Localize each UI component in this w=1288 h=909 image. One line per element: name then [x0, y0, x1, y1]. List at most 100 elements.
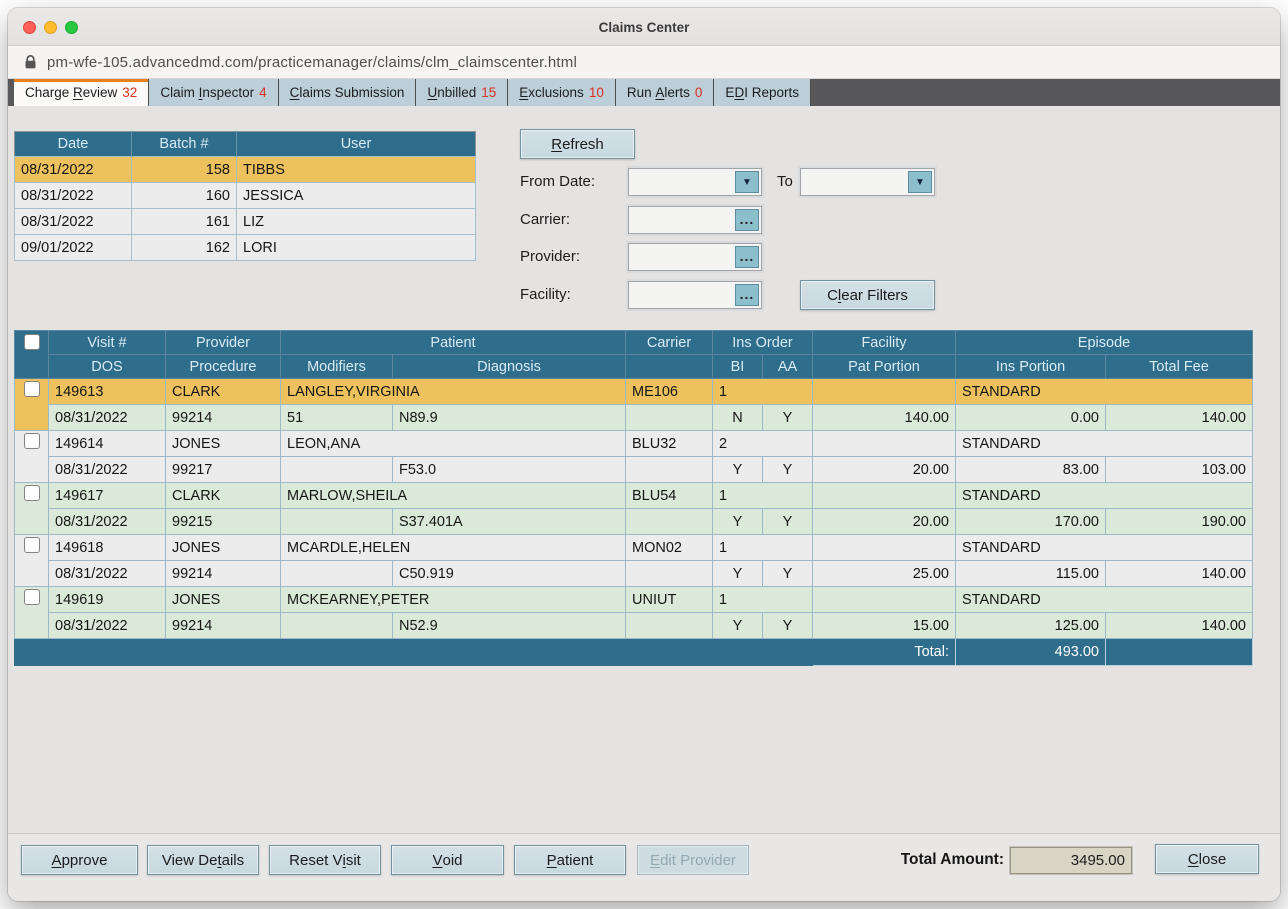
to-label: To — [777, 173, 793, 190]
url-text: pm-wfe-105.advancedmd.com/practicemanage… — [47, 54, 577, 71]
claim-row-detail[interactable]: 08/31/2022 99215 S37.401A Y Y 20.00 170.… — [15, 509, 1253, 535]
tab-count-badge: 10 — [589, 85, 604, 100]
col-ins-order: Ins Order — [713, 331, 813, 355]
claim-row-detail[interactable]: 08/31/2022 99217 F53.0 Y Y 20.00 83.00 1… — [15, 457, 1253, 483]
col-carrier-blank — [626, 355, 713, 379]
claim-row-top[interactable]: 149618 JONES MCARDLE,HELEN MON02 1 STAND… — [15, 535, 1253, 561]
provider-input[interactable]: ... — [628, 243, 762, 271]
tab-count-badge: 32 — [122, 85, 137, 100]
window-title: Claims Center — [8, 8, 1280, 46]
col-diagnosis: Diagnosis — [393, 355, 626, 379]
row-checkbox[interactable] — [24, 537, 40, 553]
claim-row-top[interactable]: 149617 CLARK MARLOW,SHEILA BLU54 1 STAND… — [15, 483, 1253, 509]
total-value: 493.00 — [956, 639, 1106, 666]
tab-count-badge: 0 — [695, 85, 703, 100]
row-checkbox[interactable] — [24, 381, 40, 397]
batch-row[interactable]: 08/31/2022 161 LIZ — [15, 209, 476, 235]
row-checkbox[interactable] — [24, 485, 40, 501]
claim-row-detail[interactable]: 08/31/2022 99214 N52.9 Y Y 15.00 125.00 … — [15, 613, 1253, 639]
row-checkbox-cell — [15, 587, 49, 639]
address-bar[interactable]: pm-wfe-105.advancedmd.com/practicemanage… — [8, 46, 1280, 79]
tab-edi-reports[interactable]: EDI Reports — [714, 79, 811, 106]
row-checkbox-cell — [15, 483, 49, 535]
total-fee-blank — [1106, 639, 1253, 666]
row-checkbox[interactable] — [24, 433, 40, 449]
col-total-fee: Total Fee — [1106, 355, 1253, 379]
batch-table: Date Batch # User 08/31/2022 158 TIBBS 0… — [14, 131, 476, 261]
void-button[interactable]: Void — [391, 845, 504, 875]
carrier-sub-blank — [626, 405, 713, 431]
tab-unbilled[interactable]: Unbilled15 — [416, 79, 508, 106]
carrier-sub-blank — [626, 561, 713, 587]
batch-row[interactable]: 09/01/2022 162 LORI — [15, 235, 476, 261]
batch-row[interactable]: 08/31/2022 160 JESSICA — [15, 183, 476, 209]
batch-header-user: User — [237, 132, 476, 157]
facility-lookup-ellipsis-icon[interactable]: ... — [735, 284, 759, 306]
refresh-button[interactable]: Refresh — [520, 129, 635, 159]
from-date-input[interactable]: ▼ — [628, 168, 762, 196]
edit-provider-button: Edit Provider — [637, 845, 749, 875]
row-checkbox[interactable] — [24, 589, 40, 605]
tab-count-badge: 4 — [259, 85, 267, 100]
claims-center-window: Claims Center pm-wfe-105.advancedmd.com/… — [8, 8, 1280, 901]
tab-claims-submission[interactable]: Claims Submission — [279, 79, 417, 106]
to-date-input[interactable]: ▼ — [800, 168, 935, 196]
col-episode: Episode — [956, 331, 1253, 355]
carrier-sub-blank — [626, 509, 713, 535]
col-ins-portion: Ins Portion — [956, 355, 1106, 379]
view-details-button[interactable]: View Details — [147, 845, 259, 875]
col-modifiers: Modifiers — [281, 355, 393, 379]
claim-row-top[interactable]: 149613 CLARK LANGLEY,VIRGINIA ME106 1 ST… — [15, 379, 1253, 405]
claims-total-row: Total: 493.00 — [15, 639, 1253, 666]
patient-button[interactable]: Patient — [514, 845, 626, 875]
carrier-sub-blank — [626, 457, 713, 483]
col-bi: BI — [713, 355, 763, 379]
claim-row-top[interactable]: 149614 JONES LEON,ANA BLU32 2 STANDARD — [15, 431, 1253, 457]
tab-claim-inspector[interactable]: Claim Inspector4 — [149, 79, 278, 106]
col-facility: Facility — [813, 331, 956, 355]
carrier-input[interactable]: ... — [628, 206, 762, 234]
col-procedure: Procedure — [166, 355, 281, 379]
from-date-dropdown-arrow-icon[interactable]: ▼ — [735, 171, 759, 193]
batch-row[interactable]: 08/31/2022 158 TIBBS — [15, 157, 476, 183]
batch-table-header: Date Batch # User — [15, 132, 476, 157]
facility-input[interactable]: ... — [628, 281, 762, 309]
carrier-label: Carrier: — [520, 211, 570, 228]
select-all-cell — [15, 331, 49, 379]
tab-exclusions[interactable]: Exclusions10 — [508, 79, 616, 106]
select-all-checkbox[interactable] — [24, 334, 40, 350]
clear-filters-button[interactable]: Clear Filters — [800, 280, 935, 310]
tab-charge-review[interactable]: Charge Review32 — [14, 79, 149, 106]
col-pat-portion: Pat Portion — [813, 355, 956, 379]
col-dos: DOS — [49, 355, 166, 379]
row-checkbox-cell — [15, 431, 49, 483]
claims-table: Visit # Provider Patient Carrier Ins Ord… — [14, 330, 1253, 666]
approve-button[interactable]: Approve — [21, 845, 138, 875]
close-button[interactable]: Close — [1155, 844, 1259, 874]
provider-lookup-ellipsis-icon[interactable]: ... — [735, 246, 759, 268]
claim-row-detail[interactable]: 08/31/2022 99214 51 N89.9 N Y 140.00 0.0… — [15, 405, 1253, 431]
col-provider: Provider — [166, 331, 281, 355]
row-checkbox-cell — [15, 535, 49, 587]
claims-header-row-1: Visit # Provider Patient Carrier Ins Ord… — [15, 331, 1253, 355]
provider-label: Provider: — [520, 248, 580, 265]
reset-visit-button[interactable]: Reset Visit — [269, 845, 381, 875]
batch-header-date: Date — [15, 132, 132, 157]
total-amount-label: Total Amount: — [858, 851, 1004, 869]
col-carrier: Carrier — [626, 331, 713, 355]
tab-count-badge: 15 — [481, 85, 496, 100]
to-date-dropdown-arrow-icon[interactable]: ▼ — [908, 171, 932, 193]
batch-header-batch: Batch # — [132, 132, 237, 157]
total-amount-field: 3495.00 — [1010, 847, 1132, 874]
from-date-label: From Date: — [520, 173, 595, 190]
claims-header-row-2: DOS Procedure Modifiers Diagnosis BI AA … — [15, 355, 1253, 379]
tab-run-alerts[interactable]: Run Alerts0 — [616, 79, 715, 106]
claim-row-top[interactable]: 149619 JONES MCKEARNEY,PETER UNIUT 1 STA… — [15, 587, 1253, 613]
facility-label: Facility: — [520, 286, 571, 303]
carrier-lookup-ellipsis-icon[interactable]: ... — [735, 209, 759, 231]
lock-icon — [25, 55, 36, 69]
col-aa: AA — [763, 355, 813, 379]
title-bar: Claims Center — [8, 8, 1280, 46]
col-visit: Visit # — [49, 331, 166, 355]
claim-row-detail[interactable]: 08/31/2022 99214 C50.919 Y Y 25.00 115.0… — [15, 561, 1253, 587]
